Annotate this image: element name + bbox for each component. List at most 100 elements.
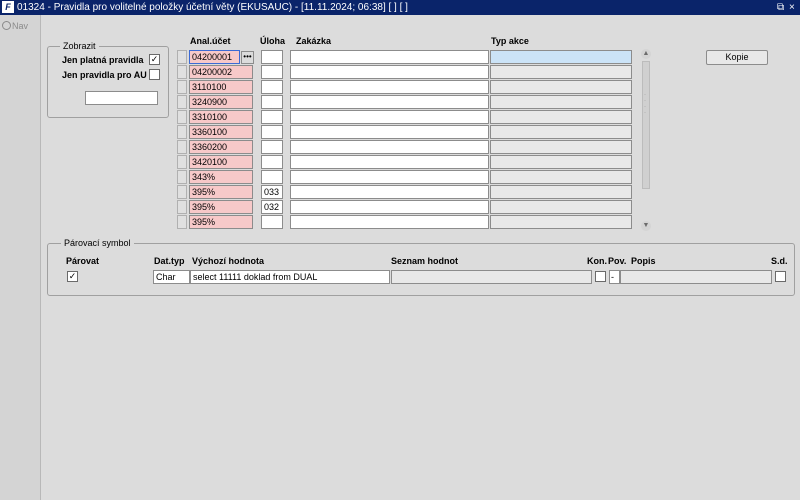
uloha-field[interactable] — [261, 50, 283, 64]
scroll-up-icon[interactable]: ▲ — [641, 49, 651, 59]
row-marker[interactable] — [177, 200, 187, 214]
vychozi-hodnota-field[interactable]: select 11111 doklad from DUAL — [190, 270, 390, 284]
kopie-button[interactable]: Kopie — [706, 50, 768, 65]
zakazka-field[interactable] — [290, 95, 489, 109]
typ-akce-field[interactable] — [490, 65, 632, 79]
anal-ucet-field[interactable]: 3360100 — [189, 125, 253, 139]
zakazka-field[interactable] — [290, 215, 489, 229]
anal-ucet-field[interactable]: 395% — [189, 215, 253, 229]
jen-platna-checkbox[interactable]: ✓ — [149, 54, 160, 65]
typ-akce-field[interactable] — [490, 215, 632, 229]
zakazka-field[interactable] — [290, 170, 489, 184]
anal-ucet-field[interactable]: 395% — [189, 185, 253, 199]
row-marker[interactable] — [177, 185, 187, 199]
table-scrollbar[interactable]: ▲ · · · · ▼ — [641, 49, 651, 231]
nav-label: Nav — [12, 21, 29, 31]
typ-akce-field[interactable] — [490, 110, 632, 124]
app-logo-icon: F — [2, 1, 14, 13]
ellipsis-button[interactable]: ••• — [241, 51, 254, 64]
close-icon[interactable]: × — [789, 1, 795, 14]
uloha-field[interactable] — [261, 110, 283, 124]
anal-ucet-field[interactable]: 3240900 — [189, 95, 253, 109]
uloha-field[interactable] — [261, 155, 283, 169]
uloha-field[interactable] — [261, 95, 283, 109]
pov-field[interactable]: - — [609, 270, 620, 284]
header-zakazka: Zakázka — [296, 36, 332, 46]
row-marker[interactable] — [177, 125, 187, 139]
typ-akce-field[interactable] — [490, 170, 632, 184]
zakazka-field[interactable] — [290, 200, 489, 214]
uloha-field[interactable] — [261, 140, 283, 154]
typ-akce-field[interactable] — [490, 125, 632, 139]
zakazka-field[interactable] — [290, 50, 489, 64]
popis-field[interactable] — [620, 270, 772, 284]
row-marker[interactable] — [177, 110, 187, 124]
header-parovat: Párovat — [66, 256, 100, 266]
scroll-track[interactable]: · · · · — [642, 61, 650, 189]
header-uloha: Úloha — [260, 36, 286, 46]
row-marker[interactable] — [177, 215, 187, 229]
anal-ucet-field[interactable]: 04200001 — [189, 50, 240, 64]
header-typ-akce: Typ akce — [491, 36, 529, 46]
zakazka-field[interactable] — [290, 185, 489, 199]
zakazka-field[interactable] — [290, 140, 489, 154]
nav-button[interactable]: Nav — [2, 21, 28, 31]
nav-icon — [2, 21, 11, 30]
row-marker[interactable] — [177, 80, 187, 94]
typ-akce-field[interactable] — [490, 155, 632, 169]
typ-akce-field[interactable] — [490, 140, 632, 154]
window-title: 01324 - Pravidla pro volitelné položky ú… — [17, 2, 408, 13]
header-dat-typ: Dat.typ — [154, 256, 185, 266]
header-pov: Pov. — [608, 256, 627, 266]
scroll-grip-icon[interactable]: · · · · — [644, 92, 648, 116]
zakazka-field[interactable] — [290, 110, 489, 124]
typ-akce-field[interactable] — [490, 50, 632, 64]
seznam-hodnot-field[interactable] — [391, 270, 592, 284]
zakazka-field[interactable] — [290, 80, 489, 94]
jen-au-checkbox[interactable] — [149, 69, 160, 80]
sd-checkbox[interactable] — [775, 271, 786, 282]
typ-akce-field[interactable] — [490, 95, 632, 109]
uloha-field[interactable]: 033 — [261, 185, 283, 199]
header-sd: S.d. — [771, 256, 788, 266]
row-marker[interactable] — [177, 170, 187, 184]
uloha-field[interactable] — [261, 170, 283, 184]
anal-ucet-field[interactable]: 3420100 — [189, 155, 253, 169]
uloha-field[interactable]: 032 — [261, 200, 283, 214]
dat-typ-field[interactable]: Char — [153, 270, 190, 284]
parovaci-legend: Párovací symbol — [61, 238, 134, 248]
scroll-down-icon[interactable]: ▼ — [641, 221, 651, 231]
zobrazit-legend: Zobrazit — [60, 41, 99, 51]
jen-au-label: Jen pravidla pro AU — [62, 70, 147, 80]
anal-ucet-field[interactable]: 3310100 — [189, 110, 253, 124]
typ-akce-field[interactable] — [490, 185, 632, 199]
anal-ucet-field[interactable]: 343% — [189, 170, 253, 184]
row-marker[interactable] — [177, 50, 187, 64]
anal-ucet-field[interactable]: 395% — [189, 200, 253, 214]
zobrazit-text-field[interactable] — [85, 91, 158, 105]
title-bar: F 01324 - Pravidla pro volitelné položky… — [0, 0, 800, 15]
uloha-field[interactable] — [261, 215, 283, 229]
zakazka-field[interactable] — [290, 155, 489, 169]
typ-akce-field[interactable] — [490, 200, 632, 214]
row-marker[interactable] — [177, 65, 187, 79]
uloha-field[interactable] — [261, 80, 283, 94]
zakazka-field[interactable] — [290, 65, 489, 79]
kon-checkbox[interactable] — [595, 271, 606, 282]
anal-ucet-field[interactable]: 3110100 — [189, 80, 253, 94]
row-marker[interactable] — [177, 95, 187, 109]
anal-ucet-field[interactable]: 3360200 — [189, 140, 253, 154]
jen-platna-label: Jen platná pravidla — [62, 55, 144, 65]
row-marker[interactable] — [177, 140, 187, 154]
uloha-field[interactable] — [261, 125, 283, 139]
parovat-checkbox[interactable]: ✓ — [67, 271, 78, 282]
header-popis: Popis — [631, 256, 656, 266]
anal-ucet-field[interactable]: 04200002 — [189, 65, 253, 79]
restore-icon[interactable]: ⧉ — [777, 1, 784, 14]
header-kon: Kon. — [587, 256, 607, 266]
typ-akce-field[interactable] — [490, 80, 632, 94]
header-seznam-hodnot: Seznam hodnot — [391, 256, 458, 266]
row-marker[interactable] — [177, 155, 187, 169]
zakazka-field[interactable] — [290, 125, 489, 139]
uloha-field[interactable] — [261, 65, 283, 79]
